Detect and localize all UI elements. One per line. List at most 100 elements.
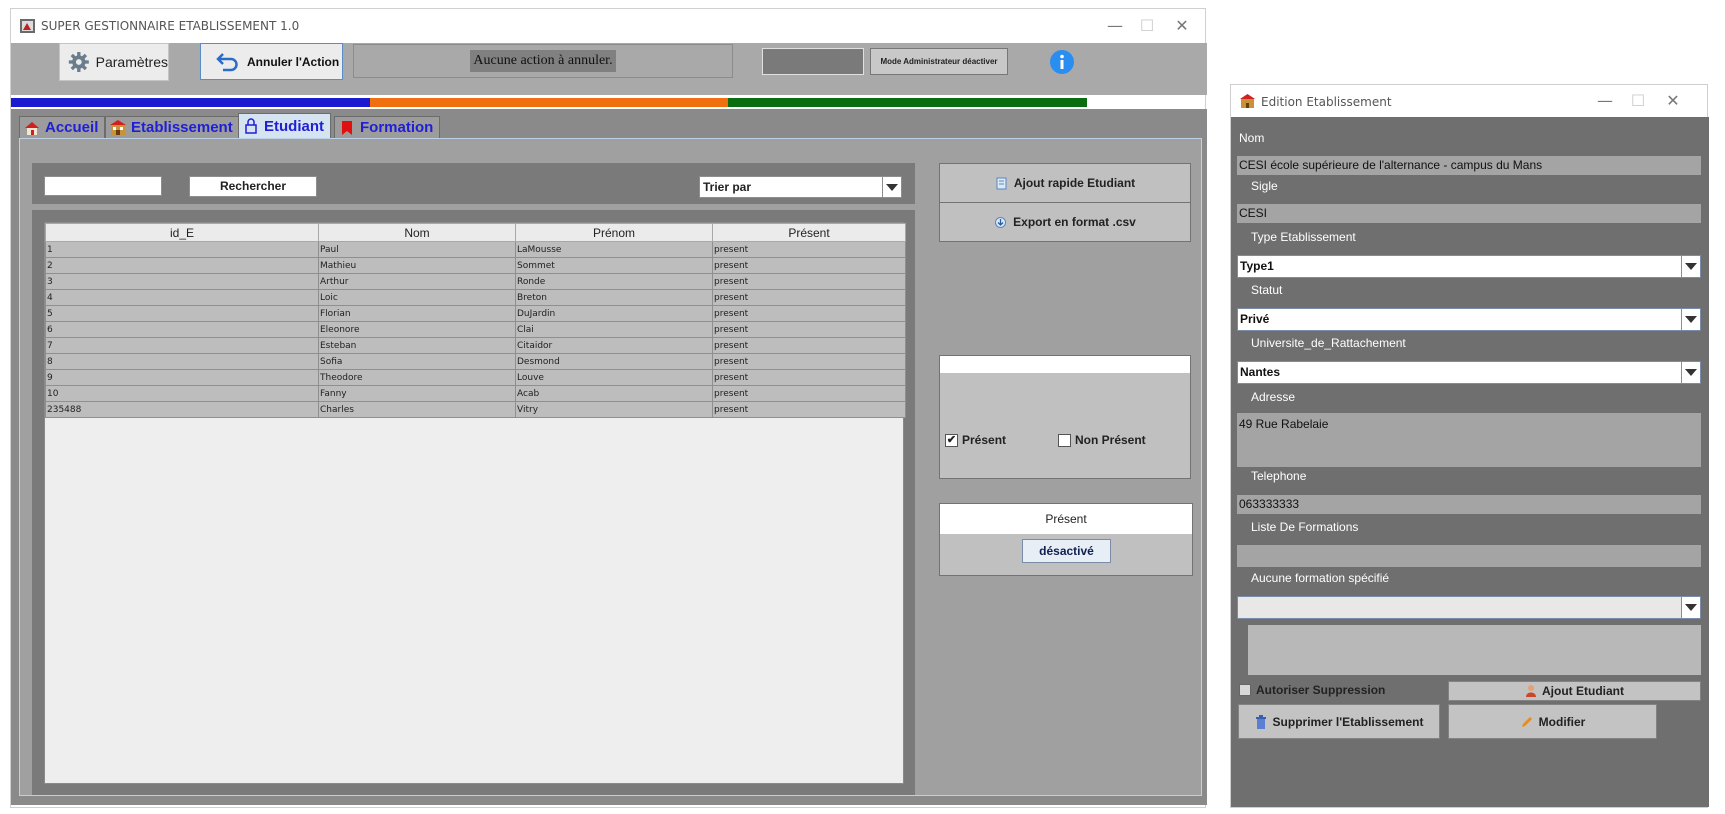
undo-button[interactable]: Annuler l'Action xyxy=(200,43,343,80)
tab-etablissement[interactable]: Etablissement xyxy=(105,116,240,138)
table-cell: 8 xyxy=(45,353,319,370)
download-icon xyxy=(995,216,1007,228)
chevron-down-icon[interactable] xyxy=(882,177,901,197)
absent-checkbox[interactable]: Non Présent xyxy=(1058,433,1146,447)
gear-icon xyxy=(68,52,89,72)
student-table-area: id_E Nom Prénom Présent 1 Paul LaMousse pre… xyxy=(44,222,906,784)
table-cell: present xyxy=(712,321,906,338)
tab-formation[interactable]: Formation xyxy=(334,116,441,138)
table-row[interactable]: 2 Mathieu Sommet present xyxy=(45,257,906,274)
settings-button[interactable]: Paramètres xyxy=(59,43,169,81)
info-icon[interactable] xyxy=(1049,49,1075,75)
table-cell: Loic xyxy=(318,289,516,306)
table-cell: LaMousse xyxy=(515,241,713,258)
table-row[interactable]: 6 Eleonore Clai present xyxy=(45,321,906,338)
present-checkbox[interactable]: ✔ Présent xyxy=(945,433,1006,447)
column-header[interactable]: Nom xyxy=(318,223,516,242)
table-cell: 1 xyxy=(45,241,319,258)
dialog-title-bar: Edition Etablissement — ☐ ✕ xyxy=(1231,85,1707,117)
sigle-field[interactable]: CESI xyxy=(1237,204,1701,223)
maximize-button[interactable]: ☐ xyxy=(1626,89,1650,113)
delete-establishment-button[interactable]: Supprimer l'Etablissement xyxy=(1238,704,1440,739)
sigle-label: Sigle xyxy=(1251,179,1278,193)
nom-field[interactable]: CESI école supérieure de l'alternance - … xyxy=(1237,156,1701,175)
table-row[interactable]: 3 Arthur Ronde present xyxy=(45,273,906,290)
quick-add-student-button[interactable]: Ajout rapide Etudiant xyxy=(939,163,1191,203)
table-cell: Breton xyxy=(515,289,713,306)
sort-select[interactable]: Trier par xyxy=(699,176,902,198)
presence-filter-panel: ✔ Présent Non Présent xyxy=(939,355,1191,479)
table-cell: 235488 xyxy=(45,401,319,418)
table-cell: 5 xyxy=(45,305,319,322)
statut-select[interactable]: Privé xyxy=(1237,308,1701,331)
modify-button[interactable]: Modifier xyxy=(1448,704,1657,739)
telephone-field[interactable]: 063333333 xyxy=(1237,495,1701,514)
universite-value: Nantes xyxy=(1240,365,1281,379)
column-header[interactable]: id_E xyxy=(45,223,319,242)
no-formation-label: Aucune formation spécifié xyxy=(1251,571,1390,585)
formations-label: Liste De Formations xyxy=(1251,520,1359,534)
dialog-title: Edition Etablissement xyxy=(1261,95,1392,109)
table-cell: Sommet xyxy=(515,257,713,274)
formations-field[interactable] xyxy=(1237,545,1701,567)
table-cell: DuJardin xyxy=(515,305,713,322)
table-row[interactable]: 10 Fanny Acab present xyxy=(45,385,906,402)
table-cell: present xyxy=(712,273,906,290)
type-label: Type Etablissement xyxy=(1251,230,1356,244)
table-cell: present xyxy=(712,385,906,402)
chevron-down-icon[interactable] xyxy=(1681,597,1700,618)
table-row[interactable]: 235488 Charles Vitry present xyxy=(45,401,906,418)
admin-mode-button[interactable]: Mode Administrateur déactiver xyxy=(870,48,1008,75)
table-row[interactable]: 7 Esteban Citaidor present xyxy=(45,337,906,354)
undo-label: Annuler l'Action xyxy=(247,54,340,69)
table-cell: Arthur xyxy=(318,273,516,290)
table-cell: Florian xyxy=(318,305,516,322)
table-row[interactable]: 5 Florian DuJardin present xyxy=(45,305,906,322)
type-select[interactable]: Type1 xyxy=(1237,255,1701,278)
search-button[interactable]: Rechercher xyxy=(189,176,317,197)
allow-delete-checkbox[interactable]: Autoriser Suppression xyxy=(1239,683,1385,697)
add-student-label: Ajout Etudiant xyxy=(1542,684,1624,698)
table-row[interactable]: 4 Loic Breton present xyxy=(45,289,906,306)
adresse-field[interactable]: 49 Rue Rabelaie xyxy=(1237,413,1701,467)
formation-select[interactable] xyxy=(1237,596,1701,619)
table-body: 1 Paul LaMousse present 2 Mathieu Sommet prese… xyxy=(45,241,906,418)
tab-etudiant[interactable]: Etudiant xyxy=(238,113,331,138)
table-cell: present xyxy=(712,257,906,274)
chevron-down-icon[interactable] xyxy=(1681,309,1700,330)
filter-header xyxy=(940,356,1190,373)
table-row[interactable]: 8 Sofia Desmond present xyxy=(45,353,906,370)
minimize-button[interactable]: — xyxy=(1103,14,1127,38)
telephone-label: Telephone xyxy=(1251,469,1307,483)
status-toggle-button[interactable]: désactivé xyxy=(1022,539,1111,563)
export-csv-button[interactable]: Export en format .csv xyxy=(939,202,1191,242)
pencil-icon xyxy=(1521,716,1532,727)
chevron-down-icon[interactable] xyxy=(1681,362,1700,383)
tab-accueil[interactable]: Accueil xyxy=(19,116,106,138)
undo-status-text: Aucune action à annuler. xyxy=(470,50,616,72)
universite-select[interactable]: Nantes xyxy=(1237,361,1701,384)
maximize-button[interactable]: ☐ xyxy=(1135,14,1159,38)
close-button[interactable]: ✕ xyxy=(1170,14,1194,38)
table-cell: Louve xyxy=(515,369,713,386)
table-row[interactable]: 1 Paul LaMousse present xyxy=(45,241,906,258)
close-button[interactable]: ✕ xyxy=(1661,89,1685,113)
column-header[interactable]: Prénom xyxy=(515,223,713,242)
tab-label: Accueil xyxy=(45,119,99,136)
table-cell: present xyxy=(712,353,906,370)
settings-label: Paramètres xyxy=(95,54,168,70)
universite-label: Universite_de_Rattachement xyxy=(1251,336,1406,350)
column-header[interactable]: Présent xyxy=(712,223,906,242)
status-title: Présent xyxy=(940,504,1192,534)
presence-status-panel: Présent désactivé xyxy=(939,503,1193,576)
add-student-button[interactable]: Ajout Etudiant xyxy=(1448,681,1701,701)
table-row[interactable]: 9 Theodore Louve present xyxy=(45,369,906,386)
chevron-down-icon[interactable] xyxy=(1681,256,1700,277)
table-frame: id_E Nom Prénom Présent 1 Paul LaMousse pre… xyxy=(32,210,915,795)
table-cell: 2 xyxy=(45,257,319,274)
table-header-row: id_E Nom Prénom Présent xyxy=(45,223,906,242)
search-input[interactable] xyxy=(44,176,162,196)
table-cell: Acab xyxy=(515,385,713,402)
absent-checkbox-label: Non Présent xyxy=(1075,433,1146,447)
minimize-button[interactable]: — xyxy=(1593,89,1617,113)
